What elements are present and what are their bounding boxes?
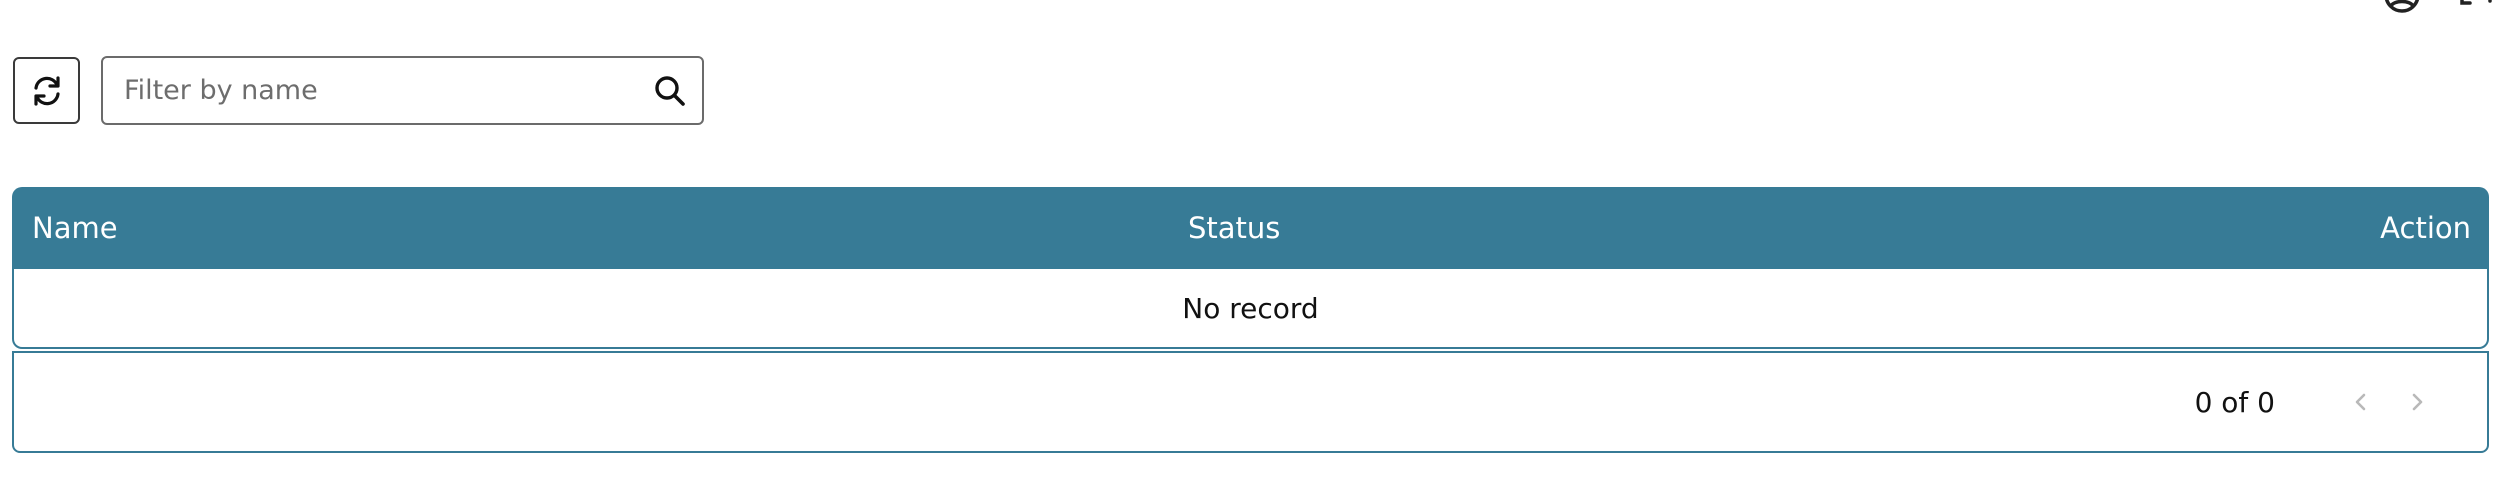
refresh-icon — [33, 75, 60, 106]
pagination-summary: 0 of 0 — [2194, 385, 2275, 419]
user-circle-icon[interactable] — [2382, 0, 2422, 13]
table-body: No record — [12, 269, 2489, 349]
column-header-name[interactable]: Name — [32, 211, 118, 245]
pagination: 0 of 0 — [2195, 384, 2435, 420]
column-header-status[interactable]: Status — [1188, 211, 1280, 245]
search-icon[interactable] — [652, 73, 688, 109]
table-header: Name Status Action — [12, 187, 2489, 269]
next-page-button[interactable] — [2399, 384, 2435, 420]
column-header-action: Action — [2380, 211, 2471, 245]
search-field — [101, 56, 704, 125]
data-table: Name Status Action No record 0 of 0 — [12, 187, 2489, 453]
previous-page-button[interactable] — [2343, 384, 2379, 420]
page: Name Status Action No record 0 of 0 — [0, 0, 2500, 492]
empty-state-text: No record — [1182, 291, 1319, 325]
expand-icon[interactable] — [2456, 0, 2496, 12]
top-right-icons — [2382, 0, 2496, 13]
chevron-left-icon — [2355, 393, 2366, 411]
refresh-button[interactable] — [13, 57, 80, 124]
chevron-right-icon — [2412, 393, 2423, 411]
search-input[interactable] — [103, 58, 644, 123]
table-footer: 0 of 0 — [12, 351, 2489, 453]
toolbar — [13, 56, 704, 125]
